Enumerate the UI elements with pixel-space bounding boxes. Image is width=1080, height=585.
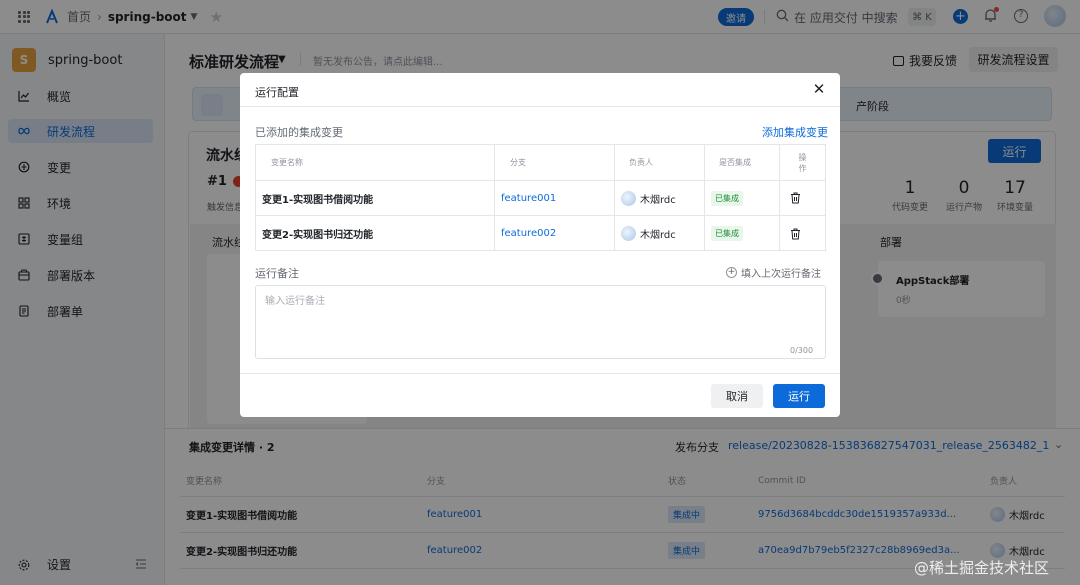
fill-last-note-label: 填入上次运行备注 (741, 269, 821, 280)
change-name: 变更1-实现图书借阅功能 (256, 181, 495, 215)
watermark-text: @稀土掘金技术社区 (914, 559, 1050, 577)
cancel-button[interactable]: 取消 (711, 384, 763, 408)
run-button[interactable]: 运行 (773, 384, 825, 408)
avatar (621, 226, 636, 241)
column-header: 负责人 (615, 145, 705, 180)
trash-icon[interactable] (790, 228, 801, 240)
integrated-cell: 已集成 (705, 216, 780, 251)
run-note-input[interactable] (255, 285, 826, 359)
changes-table: 变更名称 分支 负责人 是否集成 操 作 变更1-实现图书借阅功能 featur… (255, 144, 826, 251)
status-badge: 已集成 (711, 226, 743, 241)
owner-cell: 木烟rdc (615, 181, 705, 215)
char-counter: 0/300 (790, 346, 814, 355)
add-change-link[interactable]: 添加集成变更 (762, 124, 828, 140)
owner-name: 木烟rdc (640, 230, 676, 241)
note-label: 运行备注 (255, 267, 299, 280)
table-header: 变更名称 分支 负责人 是否集成 操 作 (256, 145, 825, 181)
table-row: 变更1-实现图书借阅功能 feature001 木烟rdc 已集成 (256, 181, 825, 216)
branch-link[interactable]: feature002 (495, 216, 615, 251)
divider (240, 373, 840, 374)
section-label: 已添加的集成变更 (255, 126, 343, 139)
action-cell (780, 216, 825, 251)
column-header: 变更名称 (256, 145, 495, 180)
dialog-title: 运行配置 (255, 86, 299, 99)
action-cell (780, 181, 825, 215)
run-config-dialog: 运行配置 ✕ 已添加的集成变更 添加集成变更 变更名称 分支 负责人 是否集成 … (240, 73, 840, 417)
fill-last-note-button[interactable]: + 填入上次运行备注 (726, 265, 821, 280)
table-row: 变更2-实现图书归还功能 feature002 木烟rdc 已集成 (256, 216, 825, 251)
integrated-cell: 已集成 (705, 181, 780, 215)
close-icon[interactable]: ✕ (812, 82, 826, 97)
column-header: 分支 (495, 145, 615, 180)
column-header-line: 作 (798, 163, 807, 173)
owner-name: 木烟rdc (640, 194, 676, 206)
status-badge: 已集成 (711, 190, 743, 206)
branch-link[interactable]: feature001 (495, 181, 615, 215)
plus-circle-icon: + (726, 267, 737, 278)
column-header-line: 操 (798, 152, 807, 162)
avatar (621, 190, 636, 206)
owner-cell: 木烟rdc (615, 216, 705, 251)
divider (240, 106, 840, 107)
change-name: 变更2-实现图书归还功能 (256, 216, 495, 251)
column-header: 操 作 (780, 145, 825, 180)
column-header: 是否集成 (705, 145, 780, 180)
trash-icon[interactable] (790, 192, 801, 204)
